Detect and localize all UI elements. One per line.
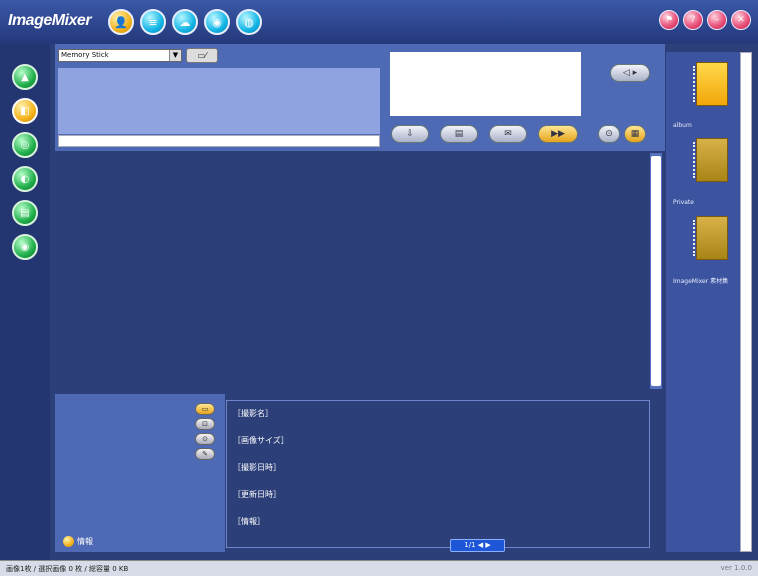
sidebar-item-arrow[interactable]: ▲ [12, 64, 38, 90]
cloud-icon: ☁ [179, 15, 191, 29]
left-sidebar: ▲ ◧ ◎ ◐ ▤ ◉ [0, 44, 50, 560]
arrow-icon: ▲ [21, 71, 29, 83]
title-bar: ImageMixer 👤 ≡ ☁ ◉ ◍ ⚑ ? – ✕ [0, 0, 758, 44]
settings-button[interactable]: ⊙ [598, 125, 620, 143]
album-label: Private [673, 199, 694, 206]
spiral-icon [693, 142, 701, 178]
details-button-rotate[interactable]: ⊙ [195, 433, 215, 445]
field-title: ［撮影名］ [233, 409, 273, 418]
sidebar-item-scanner[interactable]: ◐ [12, 166, 38, 192]
slideshow-button[interactable]: ▶▶ [538, 125, 578, 143]
preview-area [58, 68, 380, 134]
field-shot-date: ［撮影日時］ [233, 463, 281, 472]
spiral-icon [693, 66, 701, 102]
help-icon: ? [690, 15, 696, 25]
minimize-button[interactable]: – [707, 10, 727, 30]
trash-button[interactable]: ▦ [624, 125, 646, 143]
mode-button-person[interactable]: 👤 [108, 9, 134, 35]
user-icon: ⚑ [664, 15, 674, 25]
details-button-edit[interactable]: ✎ [195, 448, 215, 460]
nav-button[interactable]: ◁ ▸ [610, 64, 650, 82]
import-icon: ⇩ [406, 129, 414, 139]
scanner-icon: ◐ [20, 173, 30, 185]
slideshow-icon: ▶▶ [551, 129, 565, 139]
help-button[interactable]: ? [683, 10, 703, 30]
album-scrollbar[interactable] [740, 52, 752, 552]
mail-icon: ✉ [504, 129, 512, 139]
close-icon: ✕ [737, 15, 745, 25]
disc-icon: ◉ [20, 241, 30, 253]
details-pager[interactable]: 1/1 ◀ ▶ [450, 539, 505, 552]
details-button-crop[interactable]: ⊡ [195, 418, 215, 430]
print-icon: ▤ [454, 129, 464, 139]
info-toggle[interactable]: 情報 [63, 536, 93, 547]
print-button[interactable]: ▤ [440, 125, 478, 143]
grid-scrollbar-thumb[interactable] [651, 156, 661, 386]
disc-icon: ◉ [212, 15, 222, 29]
album-label: ImageMixer 素材集 [673, 278, 729, 285]
image-info-box [390, 52, 581, 116]
mode-button-disc[interactable]: ◉ [204, 9, 230, 35]
album-item[interactable] [693, 62, 728, 106]
spiral-icon [693, 220, 701, 256]
camera-icon: ◎ [20, 139, 30, 151]
mode-button-globe[interactable]: ◍ [236, 9, 262, 35]
folder-button[interactable]: ▭⁄ [186, 48, 218, 63]
album-item[interactable] [693, 216, 728, 260]
source-select[interactable]: Memory Stick ▼ [58, 49, 182, 62]
album-item[interactable] [693, 138, 728, 182]
info-icon [63, 536, 74, 547]
globe-icon: ◍ [244, 15, 254, 29]
settings-icon: ⊙ [605, 129, 613, 139]
info-label: 情報 [77, 537, 93, 546]
version-text: ver 1.0.0 [720, 564, 752, 572]
stack-icon: ≡ [148, 15, 158, 29]
mail-button[interactable]: ✉ [489, 125, 527, 143]
field-updated-date: ［更新日時］ [233, 490, 281, 499]
minimize-icon: – [714, 15, 720, 25]
mode-button-stack[interactable]: ≡ [140, 9, 166, 35]
print-icon: ▤ [20, 207, 30, 219]
sidebar-item-print[interactable]: ▤ [12, 200, 38, 226]
status-bar: 画像1枚 / 選択画像 0 枚 / 総容量 0 KB ver 1.0.0 [0, 560, 758, 576]
thumbnail-grid[interactable] [55, 153, 649, 389]
source-select-value: Memory Stick [61, 51, 109, 59]
sidebar-item-album[interactable]: ◧ [12, 98, 38, 124]
preview-scrollbar[interactable] [58, 135, 380, 147]
details-button-view[interactable]: ▭ [195, 403, 215, 415]
album-label: album [673, 122, 692, 129]
import-button[interactable]: ⇩ [391, 125, 429, 143]
user-button[interactable]: ⚑ [659, 10, 679, 30]
close-button[interactable]: ✕ [731, 10, 751, 30]
sidebar-item-disc[interactable]: ◉ [12, 234, 38, 260]
app-logo: ImageMixer [8, 12, 92, 29]
field-info: ［情報］ [233, 517, 265, 526]
person-icon: 👤 [114, 15, 128, 29]
nav-arrows-icon: ◁ ▸ [622, 68, 638, 78]
status-text: 画像1枚 / 選択画像 0 枚 / 総容量 0 KB [6, 565, 129, 573]
album-icon: ◧ [20, 105, 30, 117]
chevron-down-icon[interactable]: ▼ [169, 50, 181, 61]
details-panel [226, 400, 650, 548]
field-image-size: ［画像サイズ］ [233, 436, 289, 445]
trash-icon: ▦ [630, 129, 640, 139]
mode-button-cloud[interactable]: ☁ [172, 9, 198, 35]
sidebar-item-camera[interactable]: ◎ [12, 132, 38, 158]
